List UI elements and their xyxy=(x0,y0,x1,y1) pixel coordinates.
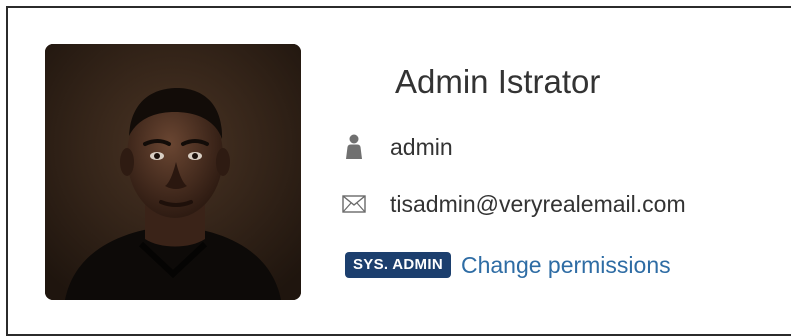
email-text: tisadmin@veryrealemail.com xyxy=(390,191,686,217)
username-text: admin xyxy=(390,134,453,160)
username-row: admin xyxy=(340,130,453,164)
envelope-icon xyxy=(340,190,368,218)
profile-name: Admin Istrator xyxy=(395,63,601,100)
permissions-row: SYS. ADMIN Change permissions xyxy=(340,248,671,282)
avatar xyxy=(45,44,301,300)
email-row: tisadmin@veryrealemail.com xyxy=(340,187,686,221)
change-permissions-link[interactable]: Change permissions xyxy=(461,250,671,280)
role-badge: SYS. ADMIN xyxy=(345,252,451,278)
avatar-photo xyxy=(45,44,301,300)
user-icon xyxy=(340,133,368,161)
